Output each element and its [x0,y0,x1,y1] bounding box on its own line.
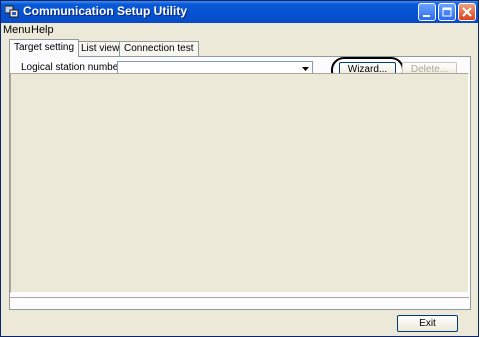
exit-button[interactable]: Exit [397,315,458,332]
app-icon [4,5,19,19]
maximize-button[interactable] [438,3,456,21]
minimize-icon [423,15,430,17]
content-area [10,73,469,293]
tab-target-setting[interactable]: Target setting [9,39,80,57]
maximize-icon [442,7,452,17]
title-bar[interactable]: Communication Setup Utility [1,1,478,23]
footer-divider [10,297,469,301]
minimize-button[interactable] [418,3,436,21]
close-button[interactable] [458,3,476,21]
tab-list-view[interactable]: List view [76,41,125,56]
close-icon [462,7,472,17]
menu-bar: Menu Help [1,23,478,37]
main-window: Communication Setup Utility Menu Help Ta… [0,0,479,337]
logical-station-label: Logical station number [21,62,122,73]
menu-item-help[interactable]: Help [31,24,54,36]
tab-connection-test[interactable]: Connection test [119,41,199,56]
menu-item-menu[interactable]: Menu [3,24,31,36]
window-title: Communication Setup Utility [23,4,188,18]
